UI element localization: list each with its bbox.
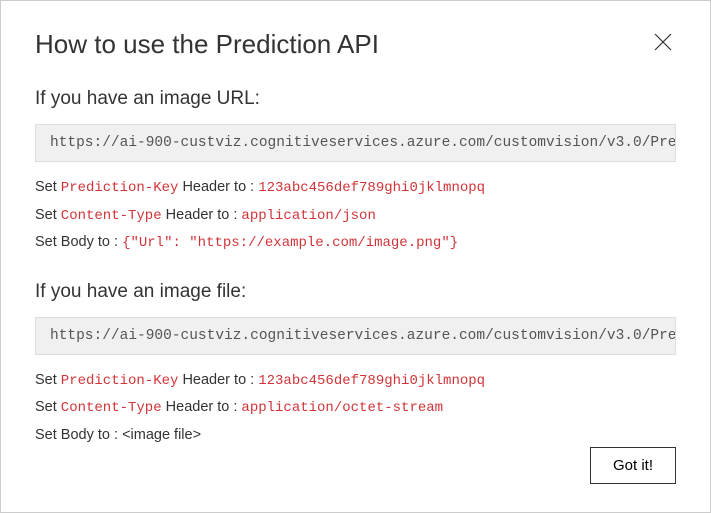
body-value: {"Url": "https://example.com/image.png"}: [122, 235, 458, 251]
section-heading-url: If you have an image URL:: [35, 88, 676, 110]
text-prefix: Set: [35, 372, 61, 388]
header-name: Prediction-Key: [61, 373, 179, 389]
header-value: 123abc456def789ghi0jklmnopq: [258, 373, 485, 389]
header-value: application/octet-stream: [241, 400, 443, 416]
content-type-line: Set Content-Type Header to : application…: [35, 202, 676, 230]
dialog-footer: Got it!: [590, 447, 676, 484]
text-prefix: Set: [35, 207, 61, 223]
content-type-line: Set Content-Type Header to : application…: [35, 394, 676, 422]
section-image-file: If you have an image file: https://ai-90…: [35, 281, 676, 450]
text-middle: Header to :: [178, 179, 258, 195]
text-middle: Header to :: [162, 399, 242, 415]
endpoint-url-box[interactable]: https://ai-900-custviz.cognitiveservices…: [35, 124, 676, 162]
body-line: Set Body to : {"Url": "https://example.c…: [35, 229, 676, 257]
header-name: Prediction-Key: [61, 180, 179, 196]
text-middle: Header to :: [162, 207, 242, 223]
dialog-header: How to use the Prediction API: [35, 29, 676, 60]
text-middle: Header to :: [178, 372, 258, 388]
text-prefix: Set Body to :: [35, 427, 122, 443]
endpoint-url-box[interactable]: https://ai-900-custviz.cognitiveservices…: [35, 317, 676, 355]
header-value: application/json: [241, 208, 375, 224]
section-heading-file: If you have an image file:: [35, 281, 676, 303]
text-prefix: Set Body to :: [35, 234, 122, 250]
text-prefix: Set: [35, 179, 61, 195]
dialog-title: How to use the Prediction API: [35, 29, 379, 60]
header-name: Content-Type: [61, 208, 162, 224]
header-name: Content-Type: [61, 400, 162, 416]
body-line: Set Body to : <image file>: [35, 422, 676, 450]
got-it-button[interactable]: Got it!: [590, 447, 676, 484]
prediction-key-line: Set Prediction-Key Header to : 123abc456…: [35, 367, 676, 395]
header-value: 123abc456def789ghi0jklmnopq: [258, 180, 485, 196]
body-value: <image file>: [122, 427, 201, 443]
prediction-key-line: Set Prediction-Key Header to : 123abc456…: [35, 174, 676, 202]
text-prefix: Set: [35, 399, 61, 415]
section-image-url: If you have an image URL: https://ai-900…: [35, 88, 676, 257]
close-icon[interactable]: [650, 29, 676, 60]
